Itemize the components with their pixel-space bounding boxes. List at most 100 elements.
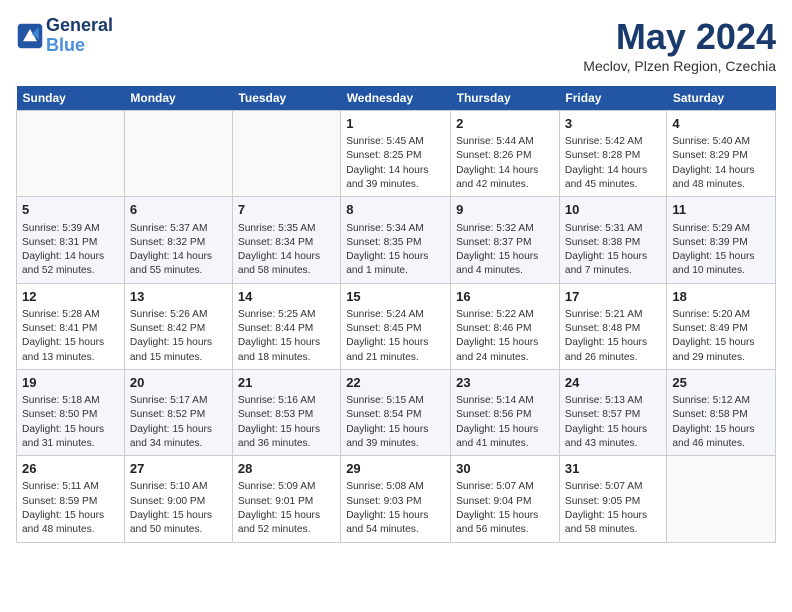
day-number: 15 — [346, 288, 445, 306]
calendar-cell: 15 Sunrise: 5:24 AMSunset: 8:45 PMDayligh… — [341, 283, 451, 369]
day-number: 23 — [456, 374, 554, 392]
day-number: 13 — [130, 288, 227, 306]
calendar-cell: 13 Sunrise: 5:26 AMSunset: 8:42 PMDayligh… — [124, 283, 232, 369]
day-number: 29 — [346, 460, 445, 478]
calendar-cell — [17, 111, 125, 197]
day-number: 12 — [22, 288, 119, 306]
calendar-cell: 27 Sunrise: 5:10 AMSunset: 9:00 PMDayligh… — [124, 456, 232, 542]
calendar-cell: 22Sunrise: 5:15 AMSunset: 8:54 PMDayligh… — [341, 369, 451, 455]
day-info: Sunrise: 5:07 AMSunset: 9:04 PMDaylight:… — [456, 481, 538, 535]
calendar-cell: 14 Sunrise: 5:25 AMSunset: 8:44 PMDayligh… — [232, 283, 340, 369]
day-info: Sunrise: 5:40 AMSunset: 8:29 PMDaylight:… — [672, 136, 754, 190]
calendar-cell — [124, 111, 232, 197]
day-number: 7 — [238, 201, 335, 219]
calendar-cell: 2Sunrise: 5:44 AMSunset: 8:26 PMDaylight… — [451, 111, 560, 197]
day-info: Sunrise: 5:08 AMSunset: 9:03 PMDaylight:… — [346, 481, 428, 535]
day-number: 27 — [130, 460, 227, 478]
calendar-cell: 24 Sunrise: 5:13 AMSunset: 8:57 PMDayligh… — [559, 369, 666, 455]
day-info: Sunrise: 5:24 AMSunset: 8:45 PMDaylight:… — [346, 309, 428, 363]
calendar-cell: 11 Sunrise: 5:29 AMSunset: 8:39 PMDayligh… — [667, 197, 776, 283]
month-title: May 2024 — [583, 16, 776, 58]
calendar-cell: 28 Sunrise: 5:09 AMSunset: 9:01 PMDayligh… — [232, 456, 340, 542]
col-header-sunday: Sunday — [17, 86, 125, 111]
week-row-2: 5 Sunrise: 5:39 AMSunset: 8:31 PMDaylight… — [17, 197, 776, 283]
day-number: 6 — [130, 201, 227, 219]
day-number: 9 — [456, 201, 554, 219]
day-info: Sunrise: 5:16 AMSunset: 8:53 PMDaylight:… — [238, 395, 320, 449]
day-info: Sunrise: 5:32 AMSunset: 8:37 PMDaylight:… — [456, 223, 538, 277]
calendar-cell: 7 Sunrise: 5:35 AMSunset: 8:34 PMDaylight… — [232, 197, 340, 283]
calendar-cell: 20Sunrise: 5:17 AMSunset: 8:52 PMDayligh… — [124, 369, 232, 455]
day-info: Sunrise: 5:07 AMSunset: 9:05 PMDaylight:… — [565, 481, 647, 535]
day-info: Sunrise: 5:22 AMSunset: 8:46 PMDaylight:… — [456, 309, 538, 363]
col-header-thursday: Thursday — [451, 86, 560, 111]
day-info: Sunrise: 5:13 AMSunset: 8:57 PMDaylight:… — [565, 395, 647, 449]
day-info: Sunrise: 5:21 AMSunset: 8:48 PMDaylight:… — [565, 309, 647, 363]
title-block: May 2024 Meclov, Plzen Region, Czechia — [583, 16, 776, 74]
day-number: 18 — [672, 288, 770, 306]
day-info: Sunrise: 5:18 AMSunset: 8:50 PMDaylight:… — [22, 395, 104, 449]
day-info: Sunrise: 5:20 AMSunset: 8:49 PMDaylight:… — [672, 309, 754, 363]
day-number: 1 — [346, 115, 445, 133]
col-header-friday: Friday — [559, 86, 666, 111]
day-info: Sunrise: 5:10 AMSunset: 9:00 PMDaylight:… — [130, 481, 212, 535]
day-number: 10 — [565, 201, 661, 219]
logo-text: General Blue — [46, 16, 113, 56]
calendar-cell — [667, 456, 776, 542]
day-info: Sunrise: 5:26 AMSunset: 8:42 PMDaylight:… — [130, 309, 212, 363]
day-number: 22 — [346, 374, 445, 392]
day-number: 24 — [565, 374, 661, 392]
calendar-cell: 9 Sunrise: 5:32 AMSunset: 8:37 PMDaylight… — [451, 197, 560, 283]
page-header: General Blue May 2024 Meclov, Plzen Regi… — [16, 16, 776, 74]
calendar-table: SundayMondayTuesdayWednesdayThursdayFrid… — [16, 86, 776, 543]
day-info: Sunrise: 5:29 AMSunset: 8:39 PMDaylight:… — [672, 223, 754, 277]
calendar-cell: 31 Sunrise: 5:07 AMSunset: 9:05 PMDayligh… — [559, 456, 666, 542]
day-number: 26 — [22, 460, 119, 478]
day-number: 5 — [22, 201, 119, 219]
day-info: Sunrise: 5:34 AMSunset: 8:35 PMDaylight:… — [346, 223, 428, 277]
day-info: Sunrise: 5:42 AMSunset: 8:28 PMDaylight:… — [565, 136, 647, 190]
calendar-cell: 17Sunrise: 5:21 AMSunset: 8:48 PMDayligh… — [559, 283, 666, 369]
week-row-5: 26 Sunrise: 5:11 AMSunset: 8:59 PMDayligh… — [17, 456, 776, 542]
col-header-wednesday: Wednesday — [341, 86, 451, 111]
day-number: 28 — [238, 460, 335, 478]
day-number: 14 — [238, 288, 335, 306]
day-number: 8 — [346, 201, 445, 219]
day-number: 30 — [456, 460, 554, 478]
week-row-1: 1Sunrise: 5:45 AMSunset: 8:25 PMDaylight… — [17, 111, 776, 197]
day-info: Sunrise: 5:17 AMSunset: 8:52 PMDaylight:… — [130, 395, 212, 449]
calendar-cell: 26 Sunrise: 5:11 AMSunset: 8:59 PMDayligh… — [17, 456, 125, 542]
week-row-4: 19Sunrise: 5:18 AMSunset: 8:50 PMDayligh… — [17, 369, 776, 455]
day-number: 11 — [672, 201, 770, 219]
day-info: Sunrise: 5:31 AMSunset: 8:38 PMDaylight:… — [565, 223, 647, 277]
day-number: 21 — [238, 374, 335, 392]
day-info: Sunrise: 5:37 AMSunset: 8:32 PMDaylight:… — [130, 223, 212, 277]
calendar-cell: 23 Sunrise: 5:14 AMSunset: 8:56 PMDayligh… — [451, 369, 560, 455]
calendar-cell: 4Sunrise: 5:40 AMSunset: 8:29 PMDaylight… — [667, 111, 776, 197]
calendar-cell: 19Sunrise: 5:18 AMSunset: 8:50 PMDayligh… — [17, 369, 125, 455]
day-number: 16 — [456, 288, 554, 306]
day-info: Sunrise: 5:28 AMSunset: 8:41 PMDaylight:… — [22, 309, 104, 363]
day-info: Sunrise: 5:25 AMSunset: 8:44 PMDaylight:… — [238, 309, 320, 363]
day-info: Sunrise: 5:12 AMSunset: 8:58 PMDaylight:… — [672, 395, 754, 449]
location: Meclov, Plzen Region, Czechia — [583, 58, 776, 74]
calendar-cell: 12 Sunrise: 5:28 AMSunset: 8:41 PMDayligh… — [17, 283, 125, 369]
calendar-cell — [232, 111, 340, 197]
calendar-cell: 25 Sunrise: 5:12 AMSunset: 8:58 PMDayligh… — [667, 369, 776, 455]
day-info: Sunrise: 5:09 AMSunset: 9:01 PMDaylight:… — [238, 481, 320, 535]
col-header-saturday: Saturday — [667, 86, 776, 111]
day-info: Sunrise: 5:44 AMSunset: 8:26 PMDaylight:… — [456, 136, 538, 190]
day-info: Sunrise: 5:14 AMSunset: 8:56 PMDaylight:… — [456, 395, 538, 449]
calendar-cell: 1Sunrise: 5:45 AMSunset: 8:25 PMDaylight… — [341, 111, 451, 197]
day-number: 25 — [672, 374, 770, 392]
col-header-tuesday: Tuesday — [232, 86, 340, 111]
day-info: Sunrise: 5:11 AMSunset: 8:59 PMDaylight:… — [22, 481, 104, 535]
calendar-cell: 21 Sunrise: 5:16 AMSunset: 8:53 PMDayligh… — [232, 369, 340, 455]
day-info: Sunrise: 5:35 AMSunset: 8:34 PMDaylight:… — [238, 223, 320, 277]
calendar-cell: 8 Sunrise: 5:34 AMSunset: 8:35 PMDaylight… — [341, 197, 451, 283]
calendar-cell: 29 Sunrise: 5:08 AMSunset: 9:03 PMDayligh… — [341, 456, 451, 542]
day-number: 31 — [565, 460, 661, 478]
day-info: Sunrise: 5:39 AMSunset: 8:31 PMDaylight:… — [22, 223, 104, 277]
calendar-cell: 3Sunrise: 5:42 AMSunset: 8:28 PMDaylight… — [559, 111, 666, 197]
calendar-cell: 6 Sunrise: 5:37 AMSunset: 8:32 PMDaylight… — [124, 197, 232, 283]
